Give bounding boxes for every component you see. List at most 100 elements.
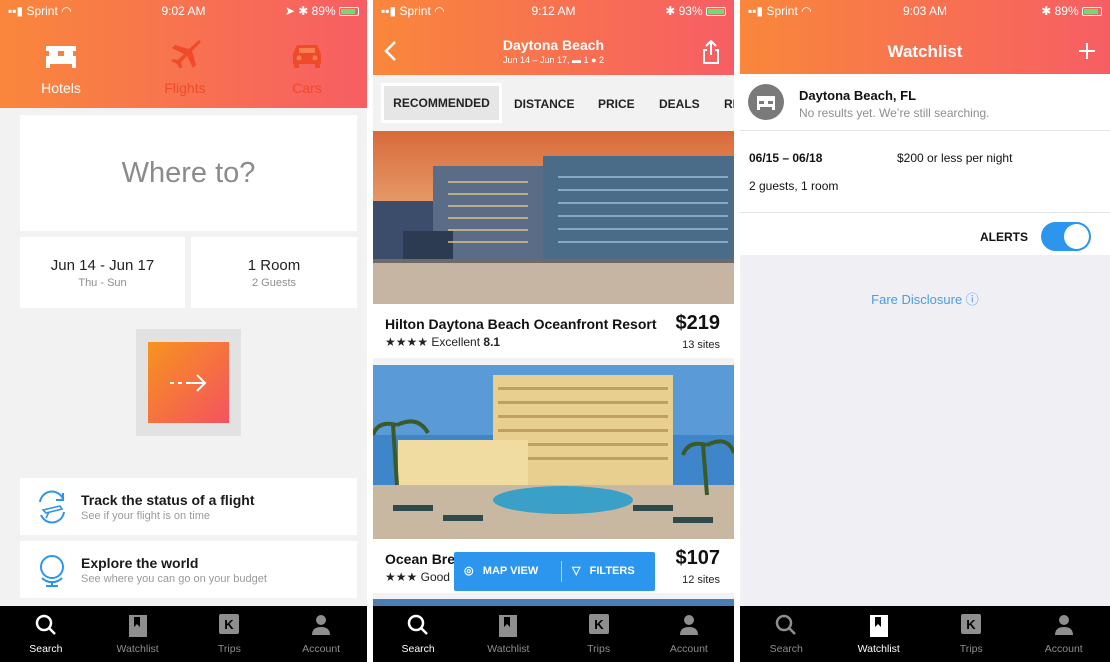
status-bar: ▪▪▮ Sprint ◠ 9:12 AM ✱ 93% [373,0,734,20]
account-icon [644,614,734,640]
divider [740,212,1110,213]
hotel-price: $219 [675,312,721,334]
watch-status: No results yet. We’re still searching. [799,106,990,120]
bed-icon [0,22,122,80]
sort-price[interactable]: PRICE [598,97,635,111]
search-icon [0,614,92,640]
hotel-sites: 12 sites [682,574,720,586]
account-icon [1018,614,1110,640]
account-icon [275,614,367,640]
sort-distance[interactable]: DISTANCE [514,97,574,111]
destination-field[interactable]: Where to? [20,115,357,231]
tab-search[interactable]: Search [373,606,463,662]
page-title: Watchlist [887,42,963,61]
rooms-selector[interactable]: 1 Room 2 Guests [191,237,357,308]
bottom-tab-bar: Search Watchlist K Trips Account [373,606,734,662]
search-icon [740,614,833,640]
hotel-sites: 13 sites [682,339,720,351]
bottom-tab-bar: Search Watchlist K Trips Account [0,606,367,662]
watchlist-screen: ▪▪▮ Sprint ◠ 9:03 AM ✱ 89% Watchlist Day… [740,0,1110,662]
watch-dates: 06/15 – 06/18 [749,151,823,165]
watch-price: $200 or less per night [897,151,1013,165]
results-subtitle: Jun 14 – Jun 17, ▬ 1 ● 2 [502,55,605,65]
tab-watchlist[interactable]: Watchlist [833,606,926,662]
explore-world-card[interactable]: Explore the world See where you can go o… [20,541,357,598]
track-flight-card[interactable]: Track the status of a flight See if your… [20,478,357,535]
tab-hotels[interactable]: Hotels [0,22,122,96]
share-button[interactable] [702,39,720,69]
filters-button[interactable]: ▽ FILTERS [572,564,635,577]
fare-disclosure-link[interactable]: Fare Disclosure ⓘ [740,289,1110,308]
search-go-button[interactable] [148,342,229,423]
hotel-name: Ocean Bre [385,551,456,567]
tab-watchlist[interactable]: Watchlist [92,606,184,662]
tab-cars[interactable]: Cars [246,22,367,96]
share-icon [703,39,719,64]
bed-icon [748,84,784,120]
hotel-rating: ★★★ Good [385,570,450,584]
sort-deals[interactable]: DEALS [659,97,700,111]
sort-recommended[interactable]: RECOMMENDED [381,83,502,123]
battery-indicator: ➤ ✱ 89% [285,4,359,18]
status-bar: ▪▪▮ Sprint ◠ 9:02 AM ➤ ✱ 89% [0,0,367,20]
tab-account[interactable]: Account [275,606,367,662]
alerts-toggle[interactable] [1041,222,1091,251]
location-pin-icon: ◎ [464,565,474,577]
results-title: Daytona Beach [502,37,605,53]
watchlist-item[interactable]: Daytona Beach, FL No results yet. We’re … [740,74,1110,255]
arrow-right-icon [170,374,207,392]
tab-flights[interactable]: Flights [124,22,246,96]
hotel-name: Hilton Daytona Beach Oceanfront Resort [385,316,657,332]
tab-account[interactable]: Account [1018,606,1110,662]
feature-subtitle: See if your flight is on time [81,510,211,522]
svg-text:K: K [967,617,977,632]
svg-text:K: K [594,617,604,632]
room-count: 1 Room [247,257,301,274]
flight-status-icon [34,490,70,524]
add-button[interactable] [1078,42,1096,65]
trips-icon: K [184,614,276,640]
plus-icon [1079,43,1095,59]
guest-count: 2 Guests [251,277,297,289]
date-days: Thu - Sun [78,277,127,289]
battery-indicator: ✱ 93% [665,4,726,18]
hotel-card[interactable]: Hilton Daytona Beach Oceanfront Resort ★… [373,304,734,358]
bottom-tab-bar: Search Watchlist K Trips Account [740,606,1110,662]
hotel-photo[interactable] [373,131,734,304]
hotel-search-screen: ▪▪▮ Sprint ◠ 9:02 AM ➤ ✱ 89% Hotels Flig… [0,0,367,662]
watch-party: 2 guests, 1 room [749,179,839,193]
watchlist-icon [463,614,553,640]
feature-title: Explore the world [81,555,199,571]
hotel-rating: ★★★★ Excellent 8.1 [385,335,501,349]
plane-icon [124,22,246,80]
sort-more[interactable]: RI [724,97,734,111]
dates-selector[interactable]: Jun 14 - Jun 17 Thu - Sun [20,237,185,308]
watchlist-icon [92,614,184,640]
trips-icon: K [554,614,644,640]
person-icon: ● [591,55,597,65]
tab-search[interactable]: Search [740,606,833,662]
watchlist-icon [833,614,926,640]
car-icon [246,22,367,80]
tab-trips[interactable]: K Trips [184,606,276,662]
tab-account[interactable]: Account [644,606,734,662]
alerts-label: ALERTS [980,230,1028,244]
divider [740,130,1110,131]
watch-place: Daytona Beach, FL [799,88,917,103]
divider [561,561,562,582]
search-button-frame [136,329,241,436]
feature-title: Track the status of a flight [81,492,255,508]
tab-trips[interactable]: K Trips [925,606,1018,662]
tab-trips[interactable]: K Trips [554,606,644,662]
tab-search[interactable]: Search [0,606,92,662]
hotel-price: $107 [675,547,721,569]
status-bar: ▪▪▮ Sprint ◠ 9:03 AM ✱ 89% [740,0,1110,20]
date-range: Jun 14 - Jun 17 [50,257,155,274]
hotel-results-screen: ▪▪▮ Sprint ◠ 9:12 AM ✱ 93% Daytona Beach… [373,0,734,662]
sort-bar: RECOMMENDED DISTANCE PRICE DEALS RI [373,75,734,130]
hotel-photo[interactable] [373,365,734,539]
map-view-button[interactable]: ◎ MAP VIEW [464,564,538,577]
svg-text:K: K [225,617,235,632]
trips-icon: K [925,614,1018,640]
tab-watchlist[interactable]: Watchlist [463,606,553,662]
